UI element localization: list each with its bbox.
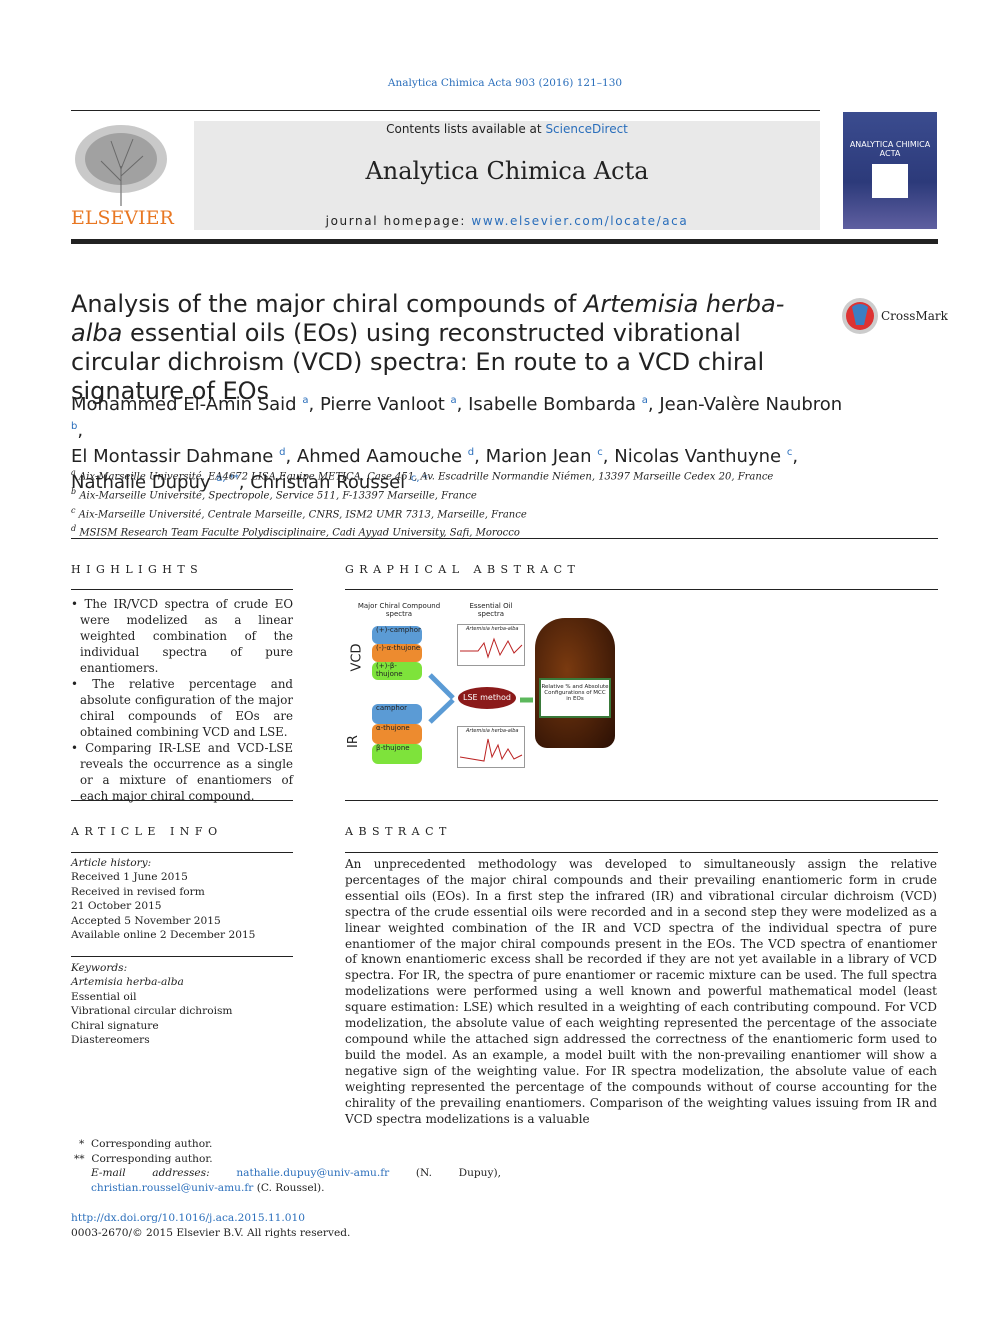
contents-text: Contents lists available at [386, 122, 546, 136]
keyword: Artemisia herba-alba [71, 976, 184, 989]
history-item: Accepted 5 November 2015 [71, 914, 221, 927]
keywords: Keywords: Artemisia herba-alba Essential… [71, 961, 232, 1047]
highlight-item: • Comparing IR-LSE and VCD-LSE reveals t… [71, 741, 293, 803]
ga-layer: β-thujone [372, 744, 422, 764]
keyword: Diastereomers [71, 1034, 150, 1047]
ga-vcd-label: VCD [349, 643, 365, 672]
history-item: 21 October 2015 [71, 900, 162, 913]
thick-divider [71, 239, 938, 244]
author-affiliation-mark[interactable]: c [597, 447, 603, 458]
highlights-heading: HIGHLIGHTS [71, 563, 204, 576]
divider [71, 852, 293, 853]
highlight-item: • The relative percentage and absolute c… [71, 677, 293, 739]
author-affiliation-mark[interactable]: c [787, 447, 793, 458]
graphical-abstract-figure: Major Chiral Compound spectra Essential … [345, 598, 625, 778]
sciencedirect-link[interactable]: ScienceDirect [545, 122, 627, 136]
copyright: 0003-2670/© 2015 Elsevier B.V. All right… [71, 1226, 351, 1239]
divider [71, 538, 938, 539]
affiliation: b Aix-Marseille Université, Spectropole,… [71, 486, 477, 502]
author: Isabelle Bombarda a [468, 394, 648, 415]
highlight-item: • The IR/VCD spectra of crude EO were mo… [71, 597, 293, 675]
crossmark-badge[interactable]: CrossMark [841, 297, 948, 335]
author: Nicolas Vanthuyne c [614, 446, 793, 467]
ga-result-label: Relative % and Absolute Configurations o… [539, 678, 611, 718]
graphical-abstract-heading: GRAPHICAL ABSTRACT [345, 563, 581, 576]
author: Marion Jean c [485, 446, 603, 467]
divider [71, 800, 293, 801]
email-link[interactable]: nathalie.dupuy@univ-amu.fr [236, 1167, 389, 1179]
doi-link[interactable]: http://dx.doi.org/10.1016/j.aca.2015.11.… [71, 1212, 305, 1224]
history-item: Available online 2 December 2015 [71, 929, 256, 942]
author-affiliation-mark[interactable]: d [279, 447, 285, 458]
doi-block: http://dx.doi.org/10.1016/j.aca.2015.11.… [71, 1211, 350, 1240]
ga-bottle: Relative % and Absolute Configurations o… [535, 618, 615, 748]
ga-layer: (+)-camphor [372, 626, 422, 644]
history-item: Received in revised form [71, 885, 205, 898]
ga-label: Essential Oil spectra [469, 602, 513, 618]
abstract-heading: ABSTRACT [345, 825, 452, 838]
affiliations: a Aix-Marseille Université, EA4672 LISA … [71, 466, 773, 541]
journal-banner: Contents lists available at ScienceDirec… [194, 121, 820, 230]
ga-ir-label: IR [345, 735, 361, 748]
journal-cover: ANALYTICA CHIMICA ACTA [843, 112, 937, 229]
footnotes: * Corresponding author. ** Corresponding… [74, 1138, 501, 1194]
email-link[interactable]: christian.roussel@univ-amu.fr [91, 1182, 253, 1194]
crossmark-icon [842, 298, 878, 334]
paper-page: Analytica Chimica Acta 903 (2016) 121–13… [0, 0, 992, 1323]
keywords-label: Keywords: [71, 962, 128, 974]
homepage-label: journal homepage: [325, 214, 472, 228]
author: Pierre Vanloot a [319, 394, 457, 415]
ga-label: Major Chiral Compound spectra [357, 602, 441, 618]
journal-reference[interactable]: Analytica Chimica Acta 903 (2016) 121–13… [0, 77, 992, 89]
divider [71, 956, 293, 957]
ga-ir-spectrum: Artemisia herba-alba [457, 726, 525, 768]
ga-layer: α-thujone [372, 724, 422, 744]
abstract-text: An unprecedented methodology was develop… [345, 857, 937, 1126]
crossmark-label: CrossMark [881, 309, 948, 323]
keyword: Chiral signature [71, 1019, 159, 1032]
ga-layer: (+)-β-thujone [372, 662, 422, 680]
affiliation: a Aix-Marseille Université, EA4672 LISA … [71, 468, 774, 483]
elsevier-logo: ELSEVIER [71, 121, 174, 229]
author-affiliation-mark[interactable]: a [302, 395, 308, 406]
author-affiliation-mark[interactable]: b [71, 421, 77, 432]
author-affiliation-mark[interactable]: a [642, 395, 648, 406]
keyword: Vibrational circular dichroism [71, 1005, 233, 1018]
divider [71, 589, 293, 590]
author: El Montassir Dahmane d [71, 446, 286, 467]
cover-title: ANALYTICA CHIMICA ACTA [849, 140, 931, 158]
highlights-list: • The IR/VCD spectra of crude EO were mo… [71, 596, 293, 804]
history-item: Received 1 June 2015 [71, 871, 188, 884]
article-title: Analysis of the major chiral compounds o… [71, 290, 785, 405]
ga-layer: camphor [372, 704, 422, 724]
author-affiliation-mark[interactable]: a [451, 395, 457, 406]
ga-layer: (-)-α-thujone [372, 644, 422, 662]
affiliation: c Aix-Marseille Université, Centrale Mar… [71, 505, 527, 520]
author: Ahmed Aamouche d [296, 446, 475, 467]
author: Mohammed El-Amin Said a [71, 394, 309, 415]
ga-vcd-spectrum: Artemisia herba-alba [457, 624, 525, 666]
cover-figure [872, 164, 908, 198]
article-history: Article history: Received 1 June 2015 Re… [71, 856, 255, 942]
history-label: Article history: [71, 857, 152, 869]
divider [345, 589, 938, 590]
divider [345, 800, 938, 801]
divider [345, 852, 938, 853]
journal-title: Analytica Chimica Acta [365, 157, 649, 185]
keyword: Essential oil [71, 990, 137, 1003]
article-info-heading: ARTICLE INFO [71, 825, 223, 838]
author-affiliation-mark[interactable]: d [468, 447, 474, 458]
publisher-name: ELSEVIER [71, 207, 174, 229]
homepage-link[interactable]: www.elsevier.com/locate/aca [471, 214, 688, 228]
divider [71, 110, 820, 111]
